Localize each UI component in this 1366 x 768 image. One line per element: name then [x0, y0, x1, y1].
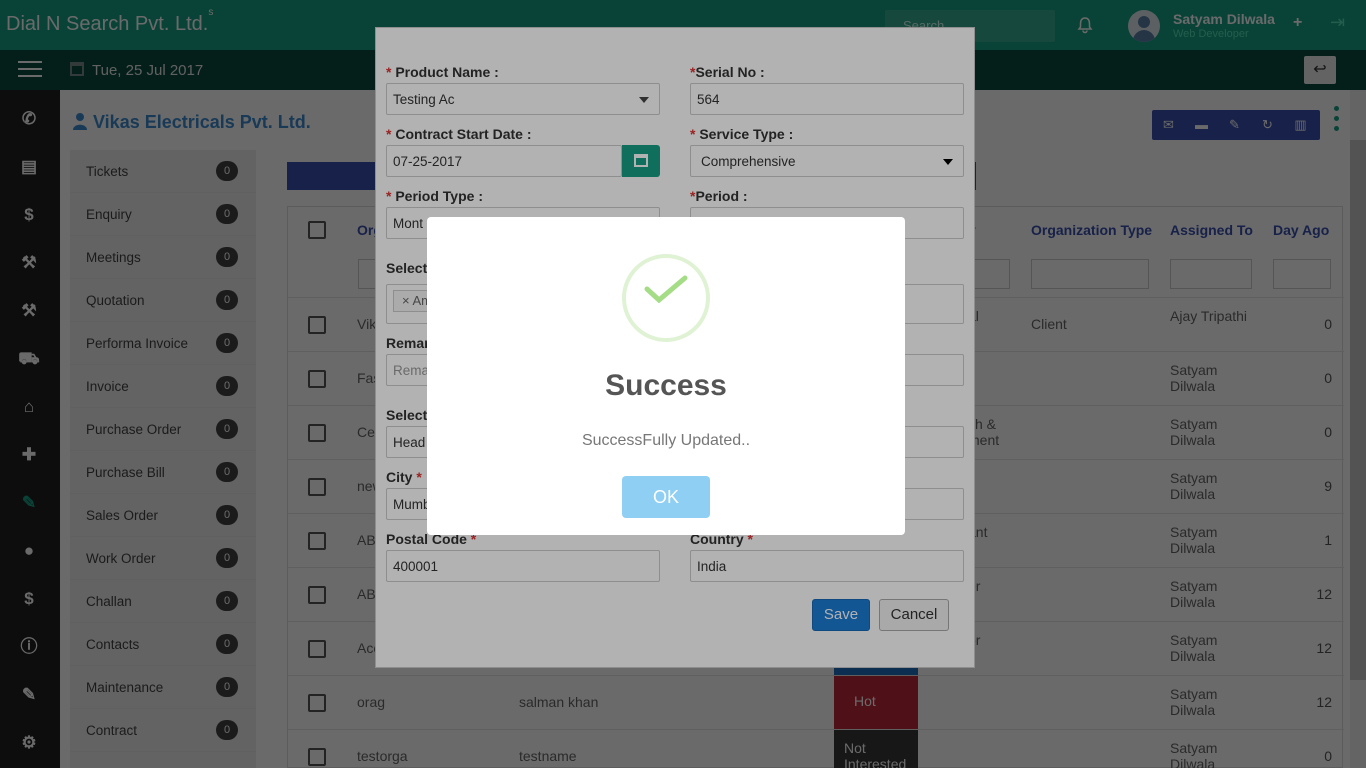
dialog-message: SuccessFully Updated..	[581, 432, 751, 449]
success-dialog: Success SuccessFully Updated.. OK	[427, 217, 905, 535]
ok-button[interactable]: OK	[622, 476, 710, 518]
check-icon	[644, 275, 688, 303]
dialog-title: Success	[605, 369, 727, 402]
